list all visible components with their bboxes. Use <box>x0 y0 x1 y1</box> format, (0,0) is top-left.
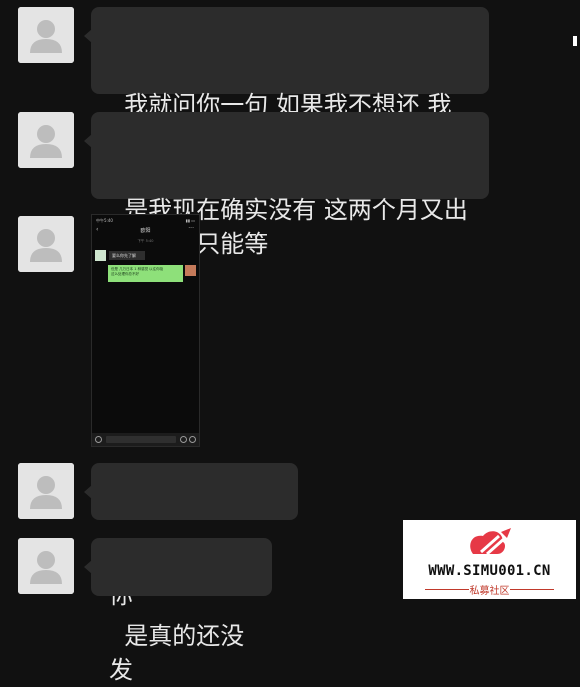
screenshot-outgoing-message: 但是 几万日本 1 种感觉 以往你吸 这么处理你总不好 <box>108 265 183 282</box>
watermark: WWW.SIMU001.CN 私募社区 <box>403 520 576 599</box>
screenshot-avatar <box>185 265 196 276</box>
avatar[interactable] <box>18 112 74 168</box>
avatar[interactable] <box>18 216 74 272</box>
screenshot-status-time: 中午5:40 <box>96 218 113 223</box>
message-text: 是真的还没发 <box>109 622 245 684</box>
screenshot-chat-title: 欧阳 <box>140 228 151 234</box>
watermark-url: WWW.SIMU001.CN <box>428 563 551 579</box>
scroll-indicator[interactable] <box>573 36 577 46</box>
avatar[interactable] <box>18 463 74 519</box>
default-user-icon <box>18 216 74 272</box>
screenshot-input-field <box>106 436 176 443</box>
message-bubble[interactable]: 我确实没有骗你 <box>84 463 298 609</box>
message-bubble[interactable]: 是我现在确实没有 这两个月又出 了事 我只能等 <box>84 112 489 258</box>
bubble-tail <box>84 560 92 574</box>
screenshot-avatar <box>95 250 106 261</box>
screenshot-input-bar <box>92 433 199 446</box>
message-bubble[interactable]: 我就问你一句 如果我不想还 我直 接删掉你就可以了 <box>84 7 489 187</box>
message-bubble[interactable]: 是真的还没发 <box>84 538 272 684</box>
default-user-icon <box>18 112 74 168</box>
bubble-tail <box>84 29 92 43</box>
avatar[interactable] <box>18 7 74 63</box>
voice-icon <box>95 436 102 443</box>
image-message[interactable]: 中午5:40 ▮▮ ▭ ‹ 欧阳 ··· 下午 5:40 要么你先了解 但是 几… <box>91 214 200 447</box>
bubble-tail <box>84 134 92 148</box>
more-icon: ··· <box>188 225 194 232</box>
screenshot-timestamp: 下午 5:40 <box>137 239 154 243</box>
bubble-tail <box>84 485 92 499</box>
screenshot-status-icons: ▮▮ ▭ <box>185 218 195 223</box>
default-user-icon <box>18 538 74 594</box>
plus-icon <box>189 436 196 443</box>
divider <box>510 589 554 590</box>
avatar[interactable] <box>18 538 74 594</box>
screenshot-incoming-message: 要么你先了解 <box>109 251 145 260</box>
emoji-icon <box>180 436 187 443</box>
default-user-icon <box>18 7 74 63</box>
rocket-logo-icon <box>470 528 511 556</box>
default-user-icon <box>18 463 74 519</box>
